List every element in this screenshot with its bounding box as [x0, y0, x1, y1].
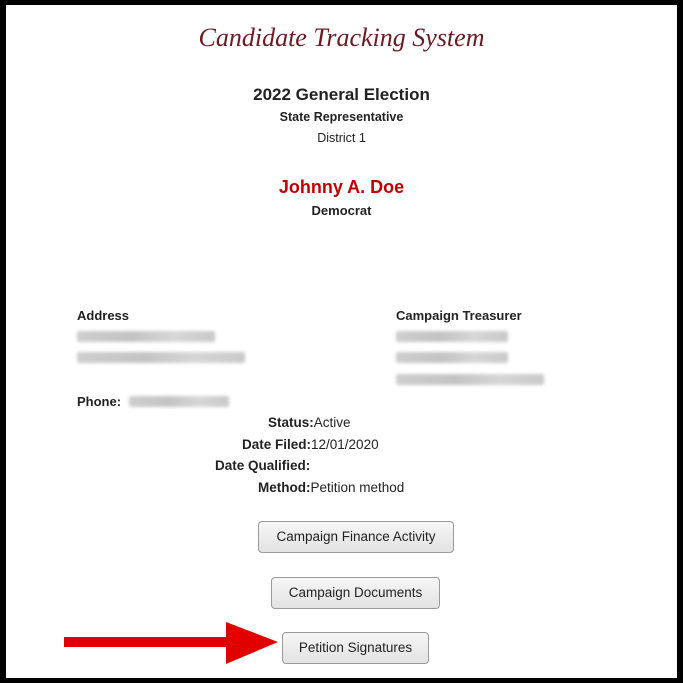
date-filed-value: 12/01/2020 — [311, 437, 379, 452]
date-filed-label: Date Filed: — [242, 437, 312, 452]
method-row: Method:Petition method — [258, 480, 404, 495]
content-frame: Candidate Tracking System 2022 General E… — [6, 5, 677, 678]
treasurer-name-redacted — [396, 331, 508, 342]
date-qualified-row: Date Qualified: — [215, 458, 310, 473]
treasurer-label: Campaign Treasurer — [396, 308, 522, 323]
method-label: Method: — [258, 480, 311, 495]
address-line-2-redacted — [77, 352, 245, 363]
treasurer-city-redacted — [396, 374, 544, 385]
date-qualified-label: Date Qualified: — [215, 458, 311, 473]
election-name: 2022 General Election — [253, 85, 430, 104]
status-label: Status: — [268, 415, 314, 430]
status-row: Status:Active — [268, 415, 351, 430]
date-filed-row: Date Filed:12/01/2020 — [242, 437, 379, 452]
campaign-finance-button[interactable]: Campaign Finance Activity — [258, 521, 454, 553]
candidate-name: Johnny A. Doe — [278, 177, 405, 197]
treasurer-street-redacted — [396, 352, 508, 363]
red-arrow-icon — [64, 622, 278, 664]
phone-label: Phone: — [77, 394, 122, 409]
petition-signatures-button[interactable]: Petition Signatures — [282, 632, 429, 664]
status-value: Active — [313, 415, 351, 430]
phone-value-redacted — [129, 396, 229, 407]
district-name: District 1 — [317, 131, 366, 145]
campaign-documents-button[interactable]: Campaign Documents — [271, 577, 440, 609]
address-line-1-redacted — [77, 331, 215, 342]
address-label: Address — [77, 308, 130, 323]
app-title: Candidate Tracking System — [198, 23, 485, 52]
office-name: State Representative — [279, 110, 404, 124]
method-value: Petition method — [310, 480, 405, 495]
candidate-party: Democrat — [311, 203, 372, 218]
